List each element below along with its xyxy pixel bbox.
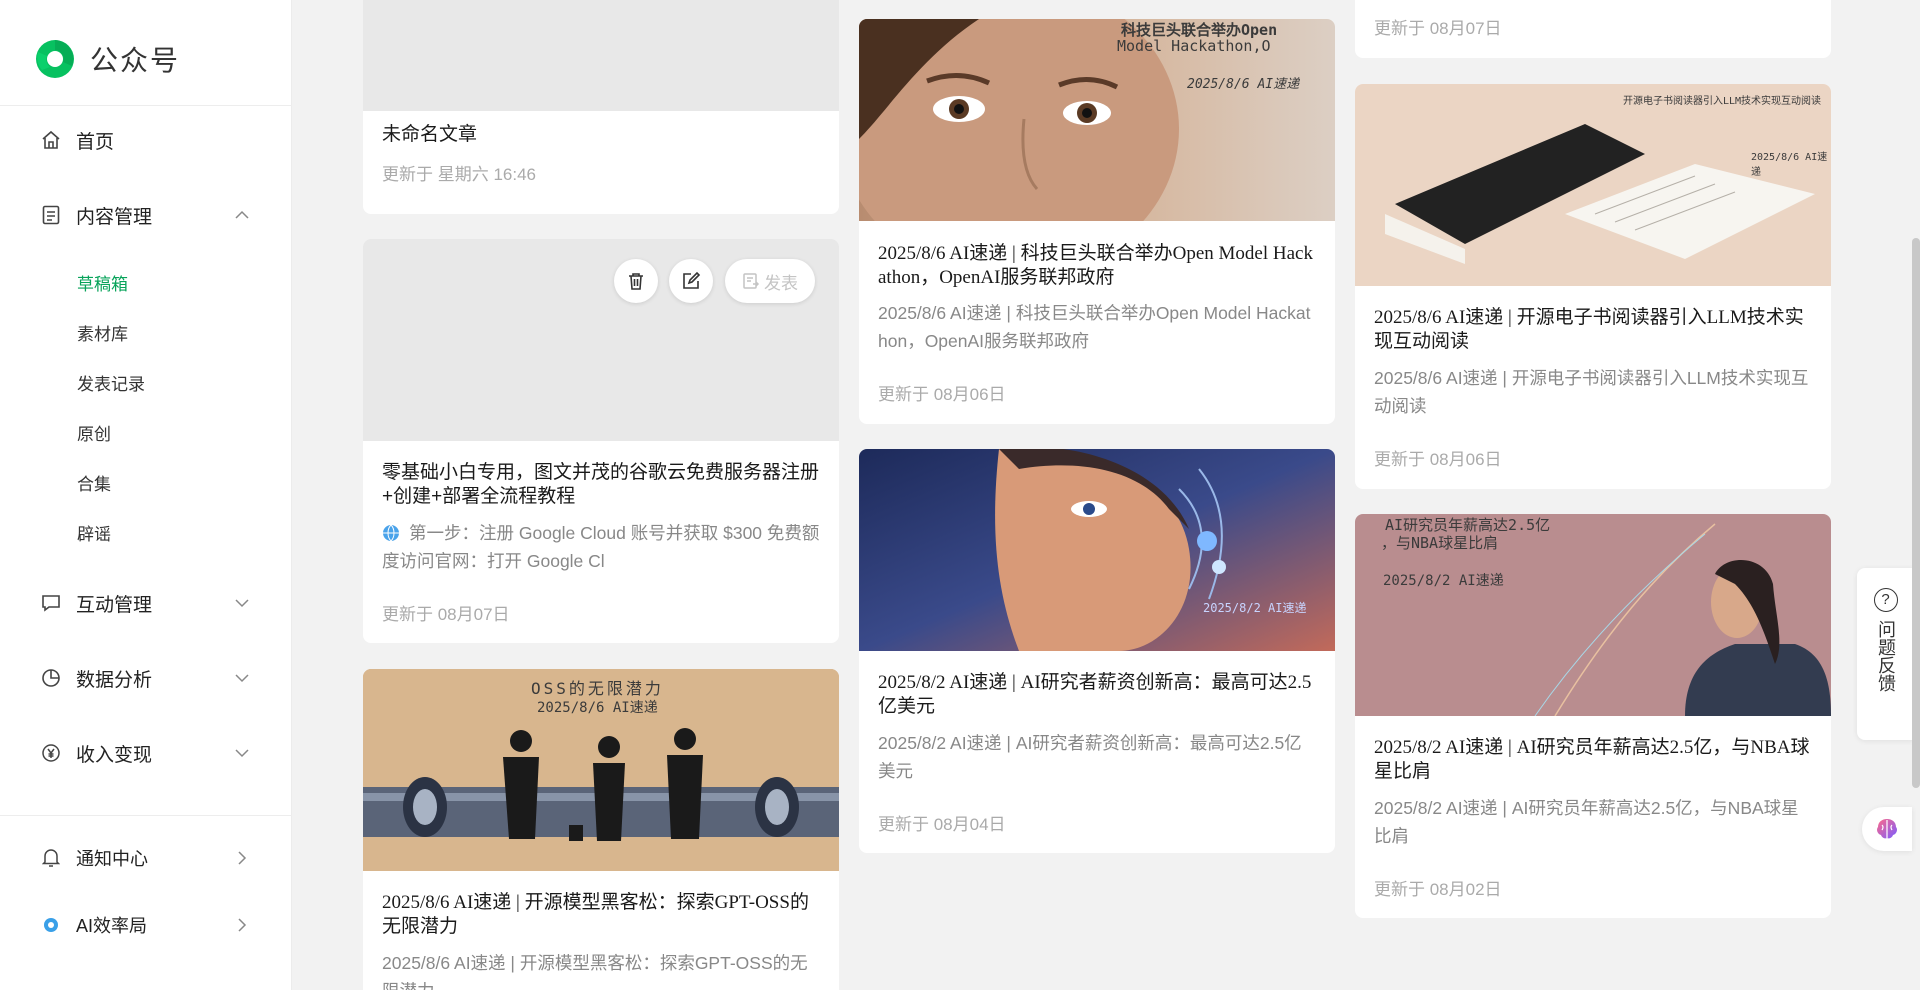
card-date: 更新于 08月07日	[382, 605, 510, 624]
sub-publish-records[interactable]: 发表记录	[77, 370, 145, 395]
chevron-up-icon	[235, 210, 249, 219]
chat-icon	[40, 592, 62, 614]
cover-image: OSS的无限潜力 2025/8/6 AI速递	[363, 669, 839, 871]
nav-ai-efficiency[interactable]: AI效率局	[40, 905, 252, 945]
cover-caption: 2025/8/6 AI速递	[537, 700, 658, 716]
card-date: 更新于 08月04日	[878, 815, 1006, 834]
nav-analytics-label: 数据分析	[76, 669, 153, 691]
feedback-button[interactable]: ? 问题反馈	[1857, 568, 1914, 740]
publish-icon	[743, 273, 760, 289]
sub-collections[interactable]: 合集	[77, 470, 111, 495]
cyborg-woman-illustration	[859, 449, 1335, 651]
card-description: 2025/8/6 AI速递 | 开源电子书阅读器引入LLM技术实现互动阅读	[1374, 368, 1809, 416]
cover-caption: 2025/8/2 AI速递	[1383, 573, 1504, 589]
sub-drafts[interactable]: 草稿箱	[77, 270, 128, 295]
card-title: 2025/8/6 AI速递 | 开源电子书阅读器引入LLM技术实现互动阅读	[1374, 307, 1804, 352]
chevron-right-icon	[238, 918, 247, 932]
publish-label: 发表	[764, 273, 798, 293]
document-icon	[40, 204, 62, 226]
cover-image: AI研究员年薪高达2.5亿 ，与NBA球星比肩 2025/8/2 AI速递	[1355, 514, 1831, 716]
nav-home-label: 首页	[76, 131, 115, 153]
draft-card[interactable]: 未命名文章 更新于 星期六 16:46	[363, 0, 839, 214]
sub-rumor-refute[interactable]: 辟谣	[77, 520, 111, 545]
card-date: 更新于 08月07日	[1374, 19, 1502, 38]
scrollbar-thumb[interactable]	[1912, 238, 1920, 788]
card-description: 2025/8/2 AI速递 | AI研究员年薪高达2.5亿，与NBA球星比肩	[1374, 798, 1799, 846]
card-description: 2025/8/6 AI速递 | 开源模型黑客松：探索GPT-OSS的无限潜力	[382, 953, 808, 990]
cover-placeholder	[363, 0, 839, 111]
card-description: 2025/8/2 AI速递 | AI研究者薪资创新高：最高可达2.5亿美元	[878, 733, 1302, 781]
nav-ai-efficiency-label: AI效率局	[76, 916, 148, 936]
ai-gear-icon	[40, 914, 62, 936]
card-date: 更新于 星期六 16:46	[382, 165, 536, 184]
draft-card[interactable]: 发表 零基础小白专用，图文并茂的谷歌云免费服务器注册+创建+部署全流程教程 第一…	[363, 239, 839, 643]
card-title: 2025/8/2 AI速递 | AI研究员年薪高达2.5亿，与NBA球星比肩	[1374, 737, 1810, 782]
nav-notifications-label: 通知中心	[76, 849, 148, 869]
cover-caption: 2025/8/2 AI速递	[1203, 601, 1307, 615]
edit-button[interactable]	[669, 259, 713, 303]
sub-materials[interactable]: 素材库	[77, 320, 128, 345]
cover-caption: 2025/8/6 AI速递	[1751, 152, 1828, 178]
article-card[interactable]: 科技巨头联合举办Open Model Hackathon,O 2025/8/6 …	[859, 19, 1335, 424]
card-title: 未命名文章	[382, 124, 478, 145]
ai-assistant-button[interactable]	[1862, 807, 1912, 851]
divider	[0, 105, 292, 106]
sidebar: 公众号 首页 内容管理 草稿箱 素材库 发表记录 原创 合集 辟谣 互动管理 数…	[0, 0, 292, 990]
article-card[interactable]: AI研究员年薪高达2.5亿 ，与NBA球星比肩 2025/8/2 AI速递 20…	[1355, 514, 1831, 918]
edit-icon	[683, 271, 701, 289]
divider	[0, 815, 292, 816]
cover-image: 2025/8/2 AI速递	[859, 449, 1335, 651]
feedback-label: 问题反馈	[1876, 620, 1896, 692]
card-description: 2025/8/6 AI速递 | 科技巨头联合举办Open Model Hacka…	[878, 303, 1311, 351]
chevron-right-icon	[238, 851, 247, 865]
card-title: 2025/8/2 AI速递 | AI研究者薪资创新高：最高可达2.5亿美元	[878, 672, 1312, 717]
nav-interaction[interactable]: 互动管理	[40, 583, 252, 623]
card-title: 零基础小白专用，图文并茂的谷歌云免费服务器注册+创建+部署全流程教程	[382, 462, 820, 507]
home-icon	[40, 129, 62, 151]
app-title: 公众号	[90, 45, 181, 76]
open-book-illustration	[1355, 84, 1831, 286]
article-card[interactable]: 更新于 08月07日	[1355, 0, 1831, 58]
cover-caption: OSS的无限潜力	[531, 679, 664, 698]
nav-home[interactable]: 首页	[40, 120, 252, 160]
card-date: 更新于 08月02日	[1374, 880, 1502, 899]
card-date: 更新于 08月06日	[1374, 450, 1502, 469]
bell-icon	[40, 847, 62, 869]
logo[interactable]: 公众号	[34, 38, 180, 80]
pie-chart-icon	[40, 667, 62, 689]
brain-icon	[1877, 819, 1897, 839]
card-date: 更新于 08月06日	[878, 385, 1006, 404]
cover-caption: ，与NBA球星比肩	[1381, 534, 1499, 552]
yen-icon	[40, 742, 62, 764]
card-description: 第一步：注册 Google Cloud 账号并获取 $300 免费额度访问官网：…	[382, 523, 820, 571]
cover-image: 科技巨头联合举办Open Model Hackathon,O 2025/8/6 …	[859, 19, 1335, 221]
card-title: 2025/8/6 AI速递 | 开源模型黑客松：探索GPT-OSS的无限潜力	[382, 892, 809, 937]
card-title: 2025/8/6 AI速递 | 科技巨头联合举办Open Model Hacka…	[878, 243, 1313, 288]
publish-button[interactable]: 发表	[725, 259, 815, 303]
nav-content-management[interactable]: 内容管理	[40, 195, 252, 235]
nav-income-label: 收入变现	[76, 744, 153, 766]
article-card[interactable]: OSS的无限潜力 2025/8/6 AI速递 2025/8/6 AI速递 | 开…	[363, 669, 839, 990]
nav-income[interactable]: 收入变现	[40, 733, 252, 773]
cover-image: 开源电子书阅读器引入LLM技术实现互动阅读 2025/8/6 AI速递	[1355, 84, 1831, 286]
nav-analytics[interactable]: 数据分析	[40, 658, 252, 698]
chevron-down-icon	[235, 599, 249, 608]
nav-content-label: 内容管理	[76, 206, 153, 228]
chevron-down-icon	[235, 749, 249, 758]
article-card[interactable]: 2025/8/2 AI速递 2025/8/2 AI速递 | AI研究者薪资创新高…	[859, 449, 1335, 853]
nav-notifications[interactable]: 通知中心	[40, 838, 252, 878]
cover-caption: 开源电子书阅读器引入LLM技术实现互动阅读	[1623, 96, 1822, 107]
chevron-down-icon	[235, 674, 249, 683]
trash-icon	[629, 273, 643, 290]
article-card[interactable]: 开源电子书阅读器引入LLM技术实现互动阅读 2025/8/6 AI速递 2025…	[1355, 84, 1831, 489]
cover-caption: Model Hackathon,O	[1117, 37, 1271, 55]
question-icon: ?	[1873, 588, 1898, 612]
delete-button[interactable]	[614, 259, 658, 303]
wechat-mp-logo-icon	[36, 40, 74, 78]
cover-caption: 2025/8/6 AI速递	[1187, 77, 1300, 92]
sub-original[interactable]: 原创	[77, 420, 111, 445]
nav-interaction-label: 互动管理	[76, 594, 153, 616]
